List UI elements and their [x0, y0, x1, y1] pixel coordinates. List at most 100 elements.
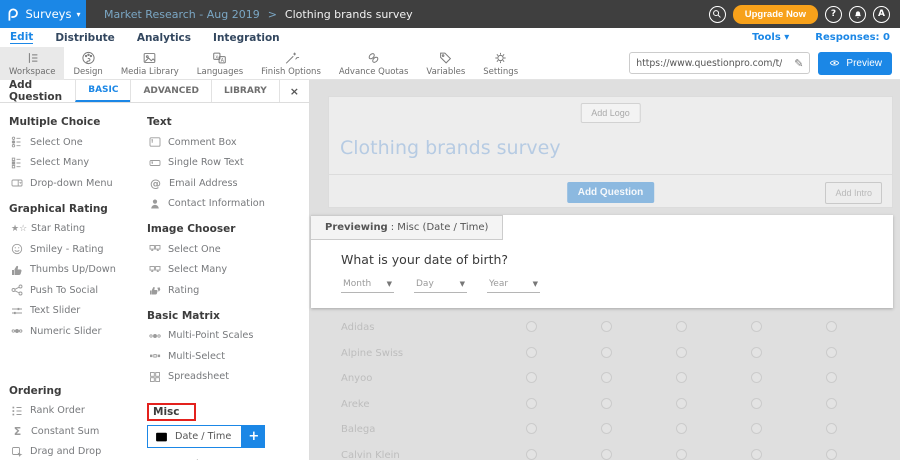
radio-button[interactable] — [826, 398, 837, 409]
image-pair-icon — [149, 243, 161, 255]
qtype-numeric-slider[interactable]: Numeric Slider — [9, 321, 147, 342]
radio-button[interactable] — [676, 372, 687, 383]
toolbar-variables[interactable]: Variables — [417, 47, 474, 80]
panel-title: Add Question — [0, 80, 75, 102]
radio-button[interactable] — [751, 423, 762, 434]
radio-button[interactable] — [826, 347, 837, 358]
tab-basic[interactable]: BASIC — [75, 80, 130, 102]
radio-button[interactable] — [676, 449, 687, 460]
tools-menu[interactable]: Tools ▾ — [752, 32, 789, 43]
radio-button[interactable] — [826, 449, 837, 460]
toolbar-finish-options[interactable]: Finish Options — [252, 47, 330, 80]
qtype-select-one[interactable]: Select One — [9, 132, 147, 153]
radio-button[interactable] — [526, 321, 537, 332]
qtype-spreadsheet[interactable]: Spreadsheet — [147, 367, 302, 388]
multi-point-icon — [149, 330, 161, 342]
qtype-select-many[interactable]: Select Many — [9, 153, 147, 174]
add-date-time-button[interactable]: + — [242, 425, 265, 448]
qtype-rank-order[interactable]: Rank Order — [9, 401, 147, 422]
responses-count[interactable]: Responses: 0 — [815, 32, 890, 43]
toolbar-advance-quotas[interactable]: Advance Quotas — [330, 47, 418, 80]
radio-button[interactable] — [676, 398, 687, 409]
qtype-image-select-many[interactable]: Select Many — [147, 260, 302, 281]
search-button[interactable] — [709, 6, 726, 23]
radio-button[interactable] — [526, 423, 537, 434]
qtype-constant-sum[interactable]: Σ Constant Sum — [9, 421, 147, 442]
radio-button[interactable] — [601, 372, 612, 383]
edit-url-icon[interactable]: ✎ — [788, 57, 809, 70]
radio-button[interactable] — [826, 372, 837, 383]
preview-button[interactable]: Preview — [818, 52, 892, 75]
tab-library[interactable]: LIBRARY — [211, 80, 279, 102]
radio-button[interactable] — [826, 423, 837, 434]
radio-button[interactable] — [751, 398, 762, 409]
qtype-dropdown-menu[interactable]: Drop-down Menu — [9, 173, 147, 194]
tab-advanced[interactable]: ADVANCED — [130, 80, 211, 102]
toolbar-languages[interactable]: xA Languages — [188, 47, 252, 80]
radio-button[interactable] — [751, 321, 762, 332]
nav-analytics[interactable]: Analytics — [137, 32, 191, 44]
nav-bar: Edit Distribute Analytics Integration To… — [0, 28, 900, 47]
svg-text:x: x — [216, 54, 219, 60]
radio-button[interactable] — [826, 321, 837, 332]
radio-button[interactable] — [526, 347, 537, 358]
add-logo-button[interactable]: Add Logo — [580, 103, 641, 123]
radio-button[interactable] — [676, 321, 687, 332]
add-intro-button[interactable]: Add Intro — [825, 182, 882, 204]
surveys-menu[interactable]: Surveys ▾ — [0, 0, 86, 28]
nav-distribute[interactable]: Distribute — [55, 32, 115, 44]
radio-button[interactable] — [601, 423, 612, 434]
toolbar-workspace[interactable]: Workspace — [0, 47, 64, 80]
qtype-comment-box[interactable]: Comment Box — [147, 132, 302, 153]
radio-button[interactable] — [601, 398, 612, 409]
qtype-text-slider[interactable]: Text Slider — [9, 301, 147, 322]
radio-button[interactable] — [526, 398, 537, 409]
breadcrumb-separator: > — [268, 8, 277, 21]
toolbar-design[interactable]: Design — [64, 47, 111, 80]
qtype-image-select-one[interactable]: Select One — [147, 239, 302, 260]
radio-button[interactable] — [751, 449, 762, 460]
nav-integration[interactable]: Integration — [213, 32, 280, 44]
radio-button[interactable] — [526, 372, 537, 383]
qtype-smiley-rating[interactable]: Smiley - Rating — [9, 239, 147, 260]
avatar[interactable]: A — [873, 6, 890, 23]
qtype-star-rating[interactable]: ★☆ Star Rating — [9, 219, 147, 240]
qtype-image-rating[interactable]: Rating — [147, 280, 302, 301]
month-select[interactable]: Month▼ — [341, 277, 394, 293]
toolbar-media-library[interactable]: Media Library — [112, 47, 188, 80]
qtype-thumbs-up-down[interactable]: Thumbs Up/Down — [9, 260, 147, 281]
qtype-single-row-text[interactable]: Single Row Text — [147, 153, 302, 174]
help-button[interactable]: ? — [825, 6, 842, 23]
nav-edit[interactable]: Edit — [10, 31, 33, 44]
radio-button[interactable] — [676, 347, 687, 358]
toolbar-settings[interactable]: Settings — [474, 47, 527, 80]
radio-button[interactable] — [601, 321, 612, 332]
qtype-push-to-social[interactable]: Push To Social — [9, 280, 147, 301]
radio-button[interactable] — [676, 423, 687, 434]
radio-button[interactable] — [751, 372, 762, 383]
qtype-date-time[interactable]: Date / Time — [147, 425, 242, 448]
radio-button[interactable] — [601, 347, 612, 358]
qtype-email-address[interactable]: @ Email Address — [147, 173, 302, 194]
day-select[interactable]: Day▼ — [414, 277, 467, 293]
drag-hand-icon — [11, 446, 23, 458]
year-select[interactable]: Year▼ — [487, 277, 540, 293]
upgrade-now-button[interactable]: Upgrade Now — [733, 5, 818, 24]
breadcrumb: Market Research - Aug 2019 > Clothing br… — [104, 8, 413, 21]
qtype-multi-select[interactable]: Multi-Select — [147, 346, 302, 367]
qtype-contact-information[interactable]: Contact Information — [147, 194, 302, 215]
qtype-captcha[interactable]: xyz Captcha — [147, 454, 302, 460]
radio-button[interactable] — [751, 347, 762, 358]
qtype-drag-and-drop[interactable]: Drag and Drop — [9, 442, 147, 460]
question-type-columns: Multiple Choice Select One Select Many D… — [0, 103, 309, 460]
chain-link-icon — [365, 50, 382, 66]
add-question-button[interactable]: Add Question — [567, 182, 655, 203]
breadcrumb-folder[interactable]: Market Research - Aug 2019 — [104, 8, 260, 21]
radio-button[interactable] — [526, 449, 537, 460]
notifications-button[interactable] — [849, 6, 866, 23]
magic-wand-icon — [283, 50, 300, 66]
radio-button[interactable] — [601, 449, 612, 460]
qtype-multi-point-scales[interactable]: Multi-Point Scales — [147, 326, 302, 347]
close-panel-button[interactable]: × — [279, 80, 309, 102]
survey-url-input[interactable] — [630, 58, 788, 69]
